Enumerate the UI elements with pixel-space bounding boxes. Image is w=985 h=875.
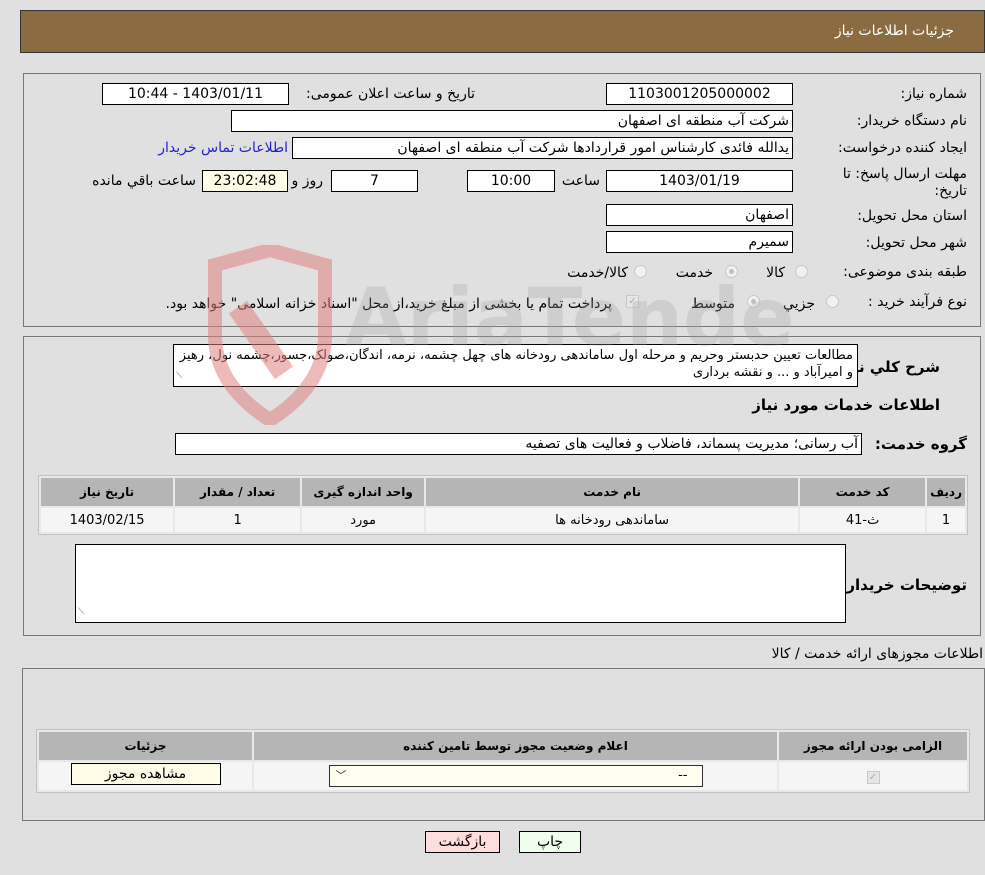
buyer-org-label: نام دستگاه خریدار: [856,113,967,129]
category-radio-service[interactable] [725,265,738,278]
view-permit-button[interactable]: مشاهده مجوز [70,763,221,785]
services-table: ردیف کد خدمت نام خدمت واحد اندازه گیری ت… [38,475,968,535]
deadline-date-field: 1403/01/19 [606,170,793,192]
days-field: 7 [331,170,418,192]
process-option-minor: جزيي [783,296,815,312]
col-permit-details: جزئیات [39,732,252,760]
remaining-time-field: 23:02:48 [202,170,288,192]
cell-row: 1 [927,508,965,532]
province-field: اصفهان [606,204,793,226]
category-option-goods: کالا [766,265,785,281]
permit-status-select[interactable]: -- ﹀ [328,765,703,787]
cell-quantity: 1 [175,508,301,532]
col-need-date: تاریخ نیاز [41,478,174,506]
cell-need-date: 1403/02/15 [41,508,174,532]
chevron-down-icon: ﹀ [335,769,347,782]
deadline-time-field: 10:00 [467,170,555,192]
process-label: نوع فرآیند خرید : [868,294,967,310]
print-button[interactable]: چاپ [519,831,581,853]
time-label: ساعت [561,173,600,189]
resize-handle-icon[interactable]: ⟋ [176,368,182,385]
table-row: 1 ث-41 ساماندهی رودخانه ها مورد 1 1403/0… [41,508,965,532]
table-row: ✓ -- ﹀ مشاهده مجوز [39,762,967,790]
city-label: شهر محل تحویل: [865,235,967,251]
days-label: روز و [291,173,324,189]
page-title: جزئیات اطلاعات نیاز [834,23,954,39]
category-radio-goods-service[interactable] [634,265,647,278]
cell-permit-details: مشاهده مجوز [39,762,252,790]
category-label: طبقه بندی موضوعی: [843,264,967,280]
process-radio-minor[interactable] [826,295,839,308]
col-service-code: کد خدمت [800,478,926,506]
permit-required-checkbox[interactable]: ✓ [866,770,880,784]
category-option-goods-service: کالا/خدمت [567,265,628,281]
category-option-service: خدمت [675,265,713,281]
resize-handle-icon[interactable]: ⟋ [78,604,84,621]
treasury-note: پرداخت تمام یا بخشی از مبلغ خرید،از محل … [165,296,612,312]
need-number-field: 1103001205000002 [606,83,793,105]
col-permit-status: اعلام وضعیت مجوز توسط تامین کننده [254,732,777,760]
cell-service-code: ث-41 [800,508,926,532]
buyer-notes-label: توضیحات خریدار: [840,576,967,594]
permits-section-title: اطلاعات مجوزهای ارائه خدمت / کالا [771,646,983,662]
service-group-label: گروه خدمت: [874,435,967,453]
cell-service-name: ساماندهی رودخانه ها [426,508,799,532]
cell-permit-status: -- ﹀ [254,762,777,790]
buyer-contact-link[interactable]: اطلاعات تماس خریدار [158,140,288,156]
services-section-title: اطلاعات خدمات مورد نیاز [752,396,940,414]
cell-permit-required: ✓ [779,762,967,790]
service-group-field: آب رسانی؛ مدیریت پسماند، فاضلاب و فعالیت… [175,433,862,455]
page-header: جزئیات اطلاعات نیاز [20,10,985,53]
province-label: استان محل تحویل: [857,208,967,224]
back-button[interactable]: بازگشت [425,831,500,853]
col-unit: واحد اندازه گیری [302,478,425,506]
description-text: مطالعات تعیین حدبستر وحریم و مرحله اول س… [179,348,853,380]
need-number-label: شماره نیاز: [900,86,968,102]
col-service-name: نام خدمت [426,478,799,506]
requester-label: ایجاد کننده درخواست: [838,140,967,156]
col-row: ردیف [927,478,965,506]
process-radio-medium[interactable] [747,295,760,308]
city-field: سمیرم [606,231,793,253]
requester-field: یدالله فائدی کارشناس امور قراردادها شرکت… [292,137,793,159]
col-permit-required: الزامی بودن ارائه مجوز [779,732,967,760]
permits-table-header: الزامی بودن ارائه مجوز اعلام وضعیت مجوز … [39,732,967,760]
permits-table: الزامی بودن ارائه مجوز اعلام وضعیت مجوز … [36,729,970,793]
process-option-medium: متوسط [691,296,735,312]
deadline-label: مهلت ارسال پاسخ: تا تاریخ: [842,166,967,199]
permit-status-value: -- [678,768,688,783]
cell-unit: مورد [302,508,425,532]
buyer-org-field: شرکت آب منطقه ای اصفهان [231,110,793,132]
remaining-label: ساعت باقي مانده [92,173,196,189]
services-table-header: ردیف کد خدمت نام خدمت واحد اندازه گیری ت… [41,478,965,506]
category-radio-goods[interactable] [795,265,808,278]
buyer-notes-textarea[interactable]: ⟋ [75,544,846,623]
col-quantity: تعداد / مقدار [175,478,301,506]
announce-datetime-field: 1403/01/11 - 10:44 [102,83,289,105]
description-textarea[interactable]: مطالعات تعیین حدبستر وحریم و مرحله اول س… [173,344,858,387]
announce-label: تاریخ و ساعت اعلان عمومی: [306,86,475,102]
treasury-checkbox[interactable]: ✓ [626,295,639,308]
